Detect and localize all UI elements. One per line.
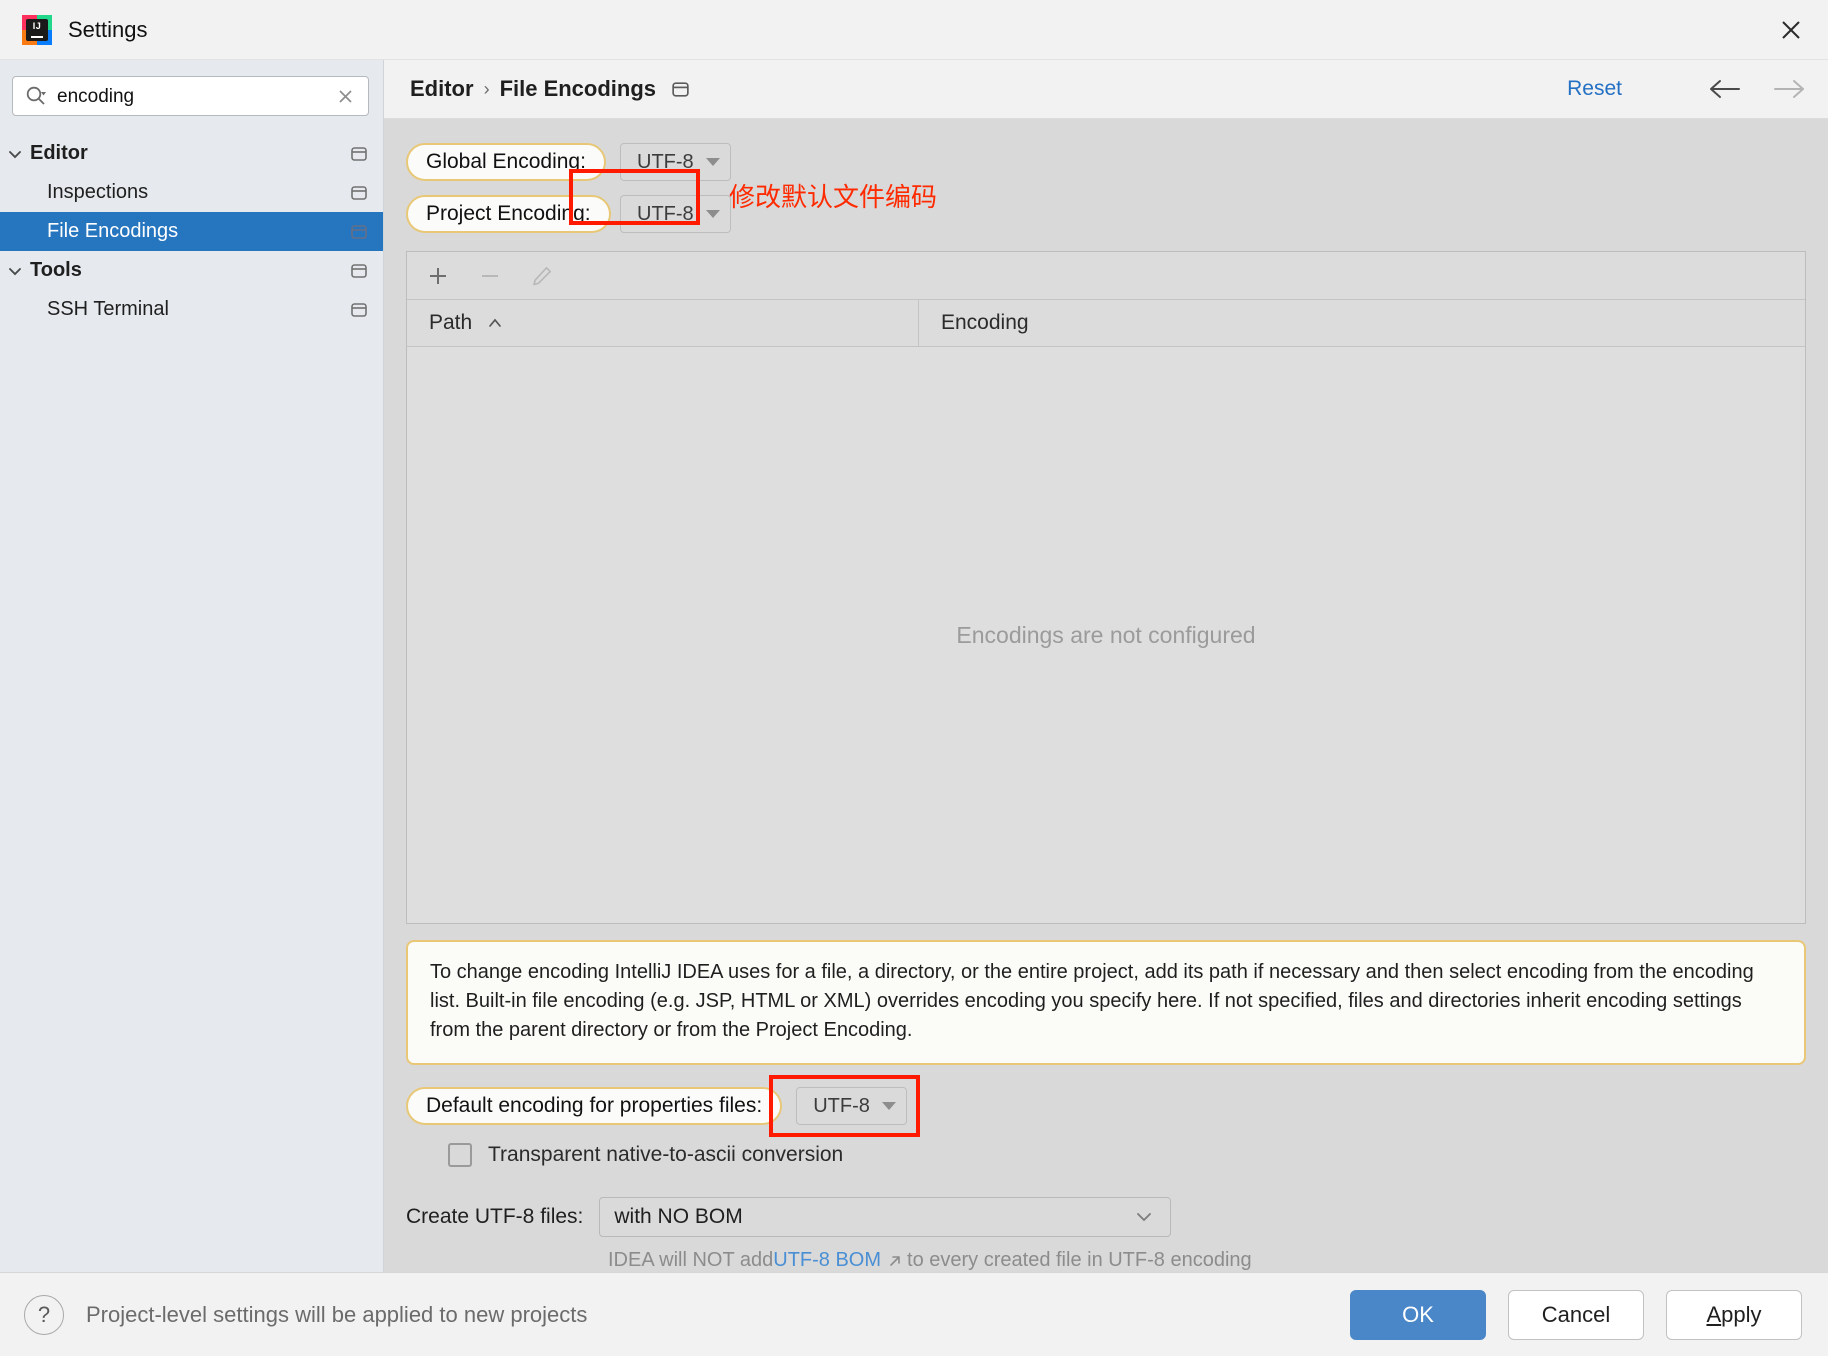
settings-sidebar: encoding Editor Inspections File Encodin… bbox=[0, 60, 384, 1272]
clear-search-icon[interactable] bbox=[333, 84, 358, 109]
pencil-icon bbox=[527, 261, 557, 291]
global-encoding-label: Global Encoding: bbox=[406, 143, 606, 181]
sidebar-item-label: Inspections bbox=[47, 181, 149, 203]
ok-button[interactable]: OK bbox=[1350, 1289, 1486, 1340]
close-icon[interactable] bbox=[1768, 7, 1814, 53]
search-wrapper: encoding bbox=[0, 76, 383, 126]
sidebar-item-label: SSH Terminal bbox=[47, 298, 169, 320]
global-encoding-row: Global Encoding: UTF-8 bbox=[406, 139, 1806, 185]
chevron-down-icon bbox=[705, 210, 720, 218]
apply-label-rest: pply bbox=[1721, 1301, 1762, 1327]
lower-settings: Default encoding for properties files: U… bbox=[406, 1065, 1806, 1272]
table-toolbar bbox=[407, 252, 1805, 300]
arrow-right-icon bbox=[1772, 78, 1806, 100]
sidebar-item-inspections[interactable]: Inspections bbox=[0, 173, 383, 212]
settings-content: Global Encoding: UTF-8 Project Encoding:… bbox=[384, 119, 1828, 1272]
sidebar-item-label: File Encodings bbox=[47, 220, 179, 242]
info-panel: To change encoding IntelliJ IDEA uses fo… bbox=[406, 940, 1806, 1065]
properties-encoding-dropdown[interactable]: UTF-8 bbox=[796, 1087, 907, 1125]
project-level-icon bbox=[670, 79, 691, 100]
settings-tree: Editor Inspections File Encodings Tools … bbox=[0, 126, 383, 1272]
chevron-down-icon[interactable] bbox=[0, 145, 30, 163]
chevron-down-icon[interactable] bbox=[0, 262, 30, 280]
chevron-down-icon bbox=[881, 1102, 896, 1110]
search-input[interactable]: encoding bbox=[12, 76, 369, 116]
project-encoding-dropdown[interactable]: UTF-8 bbox=[620, 195, 731, 233]
breadcrumb-separator: › bbox=[483, 78, 490, 99]
search-icon bbox=[25, 85, 47, 107]
external-link-icon bbox=[887, 1253, 903, 1269]
sidebar-item-tools[interactable]: Tools bbox=[0, 251, 383, 290]
table-column-encoding[interactable]: Encoding bbox=[919, 300, 1805, 346]
project-encoding-label: Project Encoding: bbox=[406, 195, 611, 233]
minus-icon bbox=[475, 261, 505, 291]
arrow-left-icon[interactable] bbox=[1708, 78, 1742, 100]
intellij-idea-logo-icon: IJ bbox=[22, 14, 52, 45]
sidebar-item-label: Editor bbox=[30, 142, 88, 164]
create-utf8-files-value: with NO BOM bbox=[614, 1205, 743, 1228]
properties-encoding-row: Default encoding for properties files: U… bbox=[406, 1075, 1806, 1137]
apply-mnemonic: A bbox=[1706, 1301, 1722, 1327]
transparent-native-to-ascii-checkbox[interactable] bbox=[448, 1143, 472, 1167]
table-column-path-label: Path bbox=[429, 311, 473, 334]
title-bar: IJ Settings bbox=[0, 0, 1828, 60]
question-mark-icon[interactable]: ? bbox=[24, 1294, 64, 1335]
settings-dialog: IJ Settings encoding Editor Inspections … bbox=[0, 0, 1828, 1356]
project-level-icon bbox=[349, 144, 369, 164]
sidebar-item-editor[interactable]: Editor bbox=[0, 134, 383, 173]
properties-encoding-value: UTF-8 bbox=[813, 1094, 870, 1117]
project-level-icon bbox=[349, 222, 369, 242]
annotation-text: 修改默认文件编码 bbox=[729, 183, 938, 213]
reset-link[interactable]: Reset bbox=[1567, 77, 1622, 101]
search-value: encoding bbox=[57, 85, 135, 107]
settings-main-pane: Editor › File Encodings Reset Global Enc… bbox=[384, 60, 1828, 1272]
create-utf8-files-row: Create UTF-8 files: with NO BOM bbox=[406, 1197, 1806, 1237]
breadcrumb-item-editor[interactable]: Editor bbox=[410, 76, 474, 102]
chevron-down-icon bbox=[1134, 1210, 1154, 1224]
cancel-button[interactable]: Cancel bbox=[1508, 1289, 1644, 1340]
table-column-path[interactable]: Path bbox=[407, 300, 919, 346]
native-to-ascii-row: Transparent native-to-ascii conversion bbox=[406, 1143, 1806, 1167]
utf8-bom-link[interactable]: UTF-8 BOM bbox=[773, 1249, 881, 1272]
hint-text-before: IDEA will NOT add bbox=[608, 1249, 774, 1271]
global-encoding-value: UTF-8 bbox=[637, 150, 694, 173]
apply-button[interactable]: Apply bbox=[1666, 1289, 1802, 1340]
properties-encoding-label: Default encoding for properties files: bbox=[406, 1087, 783, 1125]
sidebar-item-file-encodings[interactable]: File Encodings bbox=[0, 212, 383, 251]
main-header: Editor › File Encodings Reset bbox=[384, 60, 1828, 119]
window-title: Settings bbox=[68, 16, 148, 42]
project-level-icon bbox=[349, 261, 369, 281]
dialog-body: encoding Editor Inspections File Encodin… bbox=[0, 60, 1828, 1272]
caret-up-icon bbox=[486, 316, 504, 330]
breadcrumb: Editor › File Encodings bbox=[410, 76, 691, 102]
encodings-table-panel: Path Encoding Encodings are not configur… bbox=[406, 251, 1806, 924]
transparent-native-to-ascii-label: Transparent native-to-ascii conversion bbox=[488, 1143, 844, 1166]
table-body[interactable]: Encodings are not configured bbox=[407, 347, 1805, 923]
project-encoding-value: UTF-8 bbox=[637, 202, 694, 225]
footer-status-text: Project-level settings will be applied t… bbox=[86, 1301, 588, 1327]
global-encoding-dropdown[interactable]: UTF-8 bbox=[620, 143, 731, 181]
plus-icon[interactable] bbox=[423, 261, 453, 291]
dialog-footer: ? Project-level settings will be applied… bbox=[0, 1272, 1828, 1356]
table-column-encoding-label: Encoding bbox=[941, 311, 1029, 334]
create-utf8-files-hint: IDEA will NOT add UTF-8 BOM to every cre… bbox=[406, 1249, 1806, 1272]
hint-text-after: to every created file in UTF-8 encoding bbox=[907, 1249, 1252, 1271]
table-empty-message: Encodings are not configured bbox=[956, 621, 1256, 648]
sidebar-item-ssh-terminal[interactable]: SSH Terminal bbox=[0, 290, 383, 329]
create-utf8-files-label: Create UTF-8 files: bbox=[406, 1205, 584, 1228]
project-level-icon bbox=[349, 300, 369, 320]
breadcrumb-item-file-encodings: File Encodings bbox=[499, 76, 657, 101]
chevron-down-icon bbox=[705, 158, 720, 166]
project-level-icon bbox=[349, 183, 369, 203]
create-utf8-files-select[interactable]: with NO BOM bbox=[599, 1197, 1172, 1237]
sidebar-item-label: Tools bbox=[30, 259, 82, 281]
table-header-row: Path Encoding bbox=[407, 300, 1805, 347]
project-encoding-row: Project Encoding: UTF-8 bbox=[406, 191, 1806, 237]
